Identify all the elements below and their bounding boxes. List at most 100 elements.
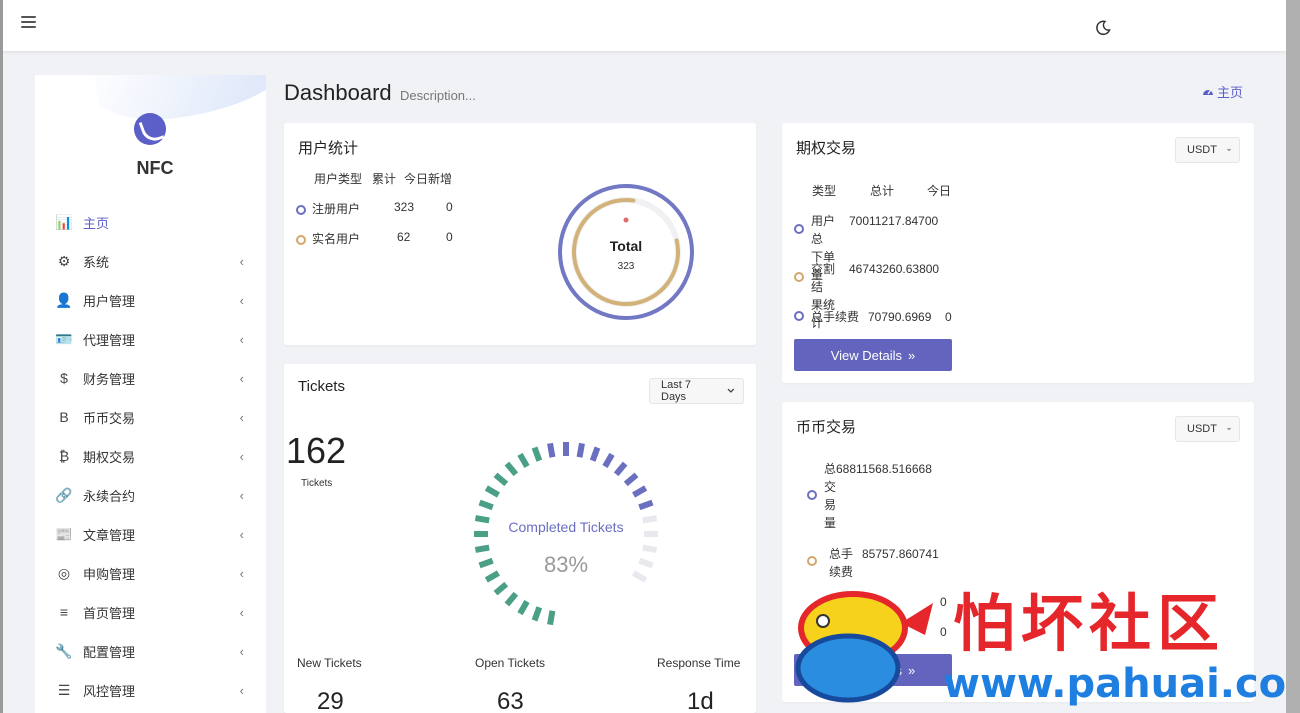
list-indent-icon: ☰ xyxy=(57,681,71,698)
sidebar-item-12[interactable]: ☰ 风控管理 ‹ xyxy=(35,672,266,708)
sidebar-item-label: 文章管理 xyxy=(83,527,136,543)
gauge-tick xyxy=(493,472,509,487)
row-total: 70011217.84700 xyxy=(849,214,939,228)
response-time-label: Response Time xyxy=(657,656,741,670)
gauge-value: 83% xyxy=(544,552,588,577)
sidebar-item-7[interactable]: 🔗 永续合约 ‹ xyxy=(35,477,266,513)
sidebar-item-label: 系统 xyxy=(83,254,110,270)
header-today-new: 今日新增 xyxy=(404,172,453,186)
row-type: 总手续费 xyxy=(811,310,860,324)
sidebar-decoration xyxy=(90,75,266,129)
gauge-tick xyxy=(638,499,654,511)
sidebar-item-9[interactable]: ◎ 申购管理 ‹ xyxy=(35,555,266,591)
sidebar-item-0[interactable]: 📊 主页 xyxy=(35,204,266,240)
gauge-tick xyxy=(613,461,628,477)
gauge-tick xyxy=(504,591,519,607)
top-bar xyxy=(3,0,1286,52)
sidebar-item-2[interactable]: 👤 用户管理 ‹ xyxy=(35,282,266,318)
options-trading-card: 期权交易 USDT 类型 总计 今日 用户总 下单量 70011217.84700… xyxy=(782,123,1254,383)
list-icon: ≡ xyxy=(59,604,69,620)
chevron-left-icon: ‹ xyxy=(239,292,244,308)
tickets-card: Tickets Last 7 Days 162 Tickets Complete… xyxy=(284,364,756,713)
sidebar-item-3[interactable]: 🪪 代理管理 ‹ xyxy=(35,321,266,357)
row-type: 易 xyxy=(824,498,837,512)
tickets-range-select[interactable]: Last 7 Days xyxy=(649,378,744,404)
sidebar-item-label: 永续合约 xyxy=(83,488,136,504)
gauge-tick xyxy=(623,472,639,487)
row-total: 70790.6969 xyxy=(868,310,932,324)
header-total: 总计 xyxy=(870,184,895,198)
user-tie-icon: 👤 xyxy=(55,291,73,308)
row-dot-icon xyxy=(794,311,804,321)
user-donut-chart: Total 323 xyxy=(558,184,694,320)
breadcrumb[interactable]: 主页 xyxy=(1202,82,1243,101)
options-currency-select[interactable]: USDT xyxy=(1175,137,1240,163)
row-type: 总 xyxy=(824,462,837,476)
page-title: Dashboard xyxy=(284,80,392,105)
table-row: 实名用户 62 0 xyxy=(296,230,486,247)
chevron-left-icon: ‹ xyxy=(239,487,244,503)
gauge-tick xyxy=(517,452,530,468)
sidebar-item-6[interactable]: ₿ 期权交易 ‹ xyxy=(35,438,266,474)
registered-dot-icon xyxy=(296,204,306,215)
hamburger-icon[interactable] xyxy=(21,16,36,30)
sidebar-item-8[interactable]: 📰 文章管理 ‹ xyxy=(35,516,266,552)
row-total: 85757.860741 xyxy=(862,547,939,561)
sidebar-item-label: 首页管理 xyxy=(83,605,136,621)
gauge-tick xyxy=(632,570,648,583)
header-today: 今日 xyxy=(927,184,952,198)
row-dot-icon xyxy=(807,490,817,500)
sidebar-item-label: 期权交易 xyxy=(83,449,136,465)
sidebar-item-4[interactable]: $ 财务管理 ‹ xyxy=(35,360,266,396)
bitcoin-icon: ₿ xyxy=(58,448,70,464)
row-today: 0 xyxy=(446,200,453,214)
chevron-left-icon: ‹ xyxy=(239,526,244,542)
moon-icon[interactable] xyxy=(1095,20,1111,36)
gauge-tick xyxy=(517,600,530,616)
spot-title: 币币交易 xyxy=(796,419,857,436)
sidebar-item-label: 配置管理 xyxy=(83,644,136,660)
header-user-type: 用户类型 xyxy=(314,172,363,186)
options-view-details-button[interactable]: View Details » xyxy=(794,339,952,371)
button-label: View Details xyxy=(830,662,903,678)
user-stats-table: 用户类型 累计 今日新增 注册用户 323 0 实名用户 62 0 xyxy=(284,123,484,273)
currency-label: USDT xyxy=(1187,423,1217,435)
wrench-icon: 🔧 xyxy=(55,642,73,659)
tickets-count: 162 xyxy=(286,430,347,471)
gauge-tick xyxy=(576,442,585,458)
currency-label: USDT xyxy=(1187,144,1217,156)
donut-marker xyxy=(623,217,629,223)
chevron-left-icon: ‹ xyxy=(239,682,244,698)
row-today: 0 xyxy=(446,230,453,244)
gauge-tick xyxy=(547,610,556,626)
row-dot-icon xyxy=(794,224,804,234)
dollar-icon: $ xyxy=(60,370,68,386)
link-icon: 🔗 xyxy=(55,486,73,503)
user-stats-card: 用户统计 用户类型 累计 今日新增 注册用户 323 0 实名用户 62 0 T… xyxy=(284,123,756,345)
chevron-down-icon xyxy=(1227,148,1231,151)
gauge-tick xyxy=(484,485,500,498)
sidebar-item-label: 申购管理 xyxy=(83,566,136,582)
sidebar-item-label: 代理管理 xyxy=(83,332,136,348)
sidebar: NFC 📊 主页 ⚙ 系统 ‹ 👤 用户管理 ‹ 🪪 代理管理 ‹ $ 财务管理 ‹ B 币币交易 ‹ ₿ 期权交易… xyxy=(35,75,266,713)
chevron-left-icon: ‹ xyxy=(239,604,244,620)
sidebar-item-label: 用户管理 xyxy=(83,293,136,309)
sidebar-item-11[interactable]: 🔧 配置管理 ‹ xyxy=(35,633,266,669)
gauge-tick xyxy=(474,544,490,553)
sidebar-item-label: 主页 xyxy=(83,215,110,231)
row-type: 注册用户 xyxy=(312,202,361,216)
row-total: 68811568.516668 xyxy=(836,462,932,476)
sidebar-item-10[interactable]: ≡ 首页管理 ‹ xyxy=(35,594,266,630)
sidebar-item-label: 币币交易 xyxy=(83,410,136,426)
double-chevron-right-icon: » xyxy=(908,662,916,678)
gauge-tick xyxy=(642,515,658,524)
spot-currency-select[interactable]: USDT xyxy=(1175,416,1240,442)
spot-view-details-button[interactable]: View Details » xyxy=(794,654,952,686)
sidebar-item-5[interactable]: B 币币交易 ‹ xyxy=(35,399,266,435)
sidebar-item-1[interactable]: ⚙ 系统 ‹ xyxy=(35,243,266,279)
page-description: Description... xyxy=(400,88,476,103)
breadcrumb-home[interactable]: 主页 xyxy=(1217,82,1243,101)
gauge-tick xyxy=(504,461,519,477)
logo-icon xyxy=(134,113,166,145)
dashboard-gauge-icon xyxy=(1203,89,1213,95)
